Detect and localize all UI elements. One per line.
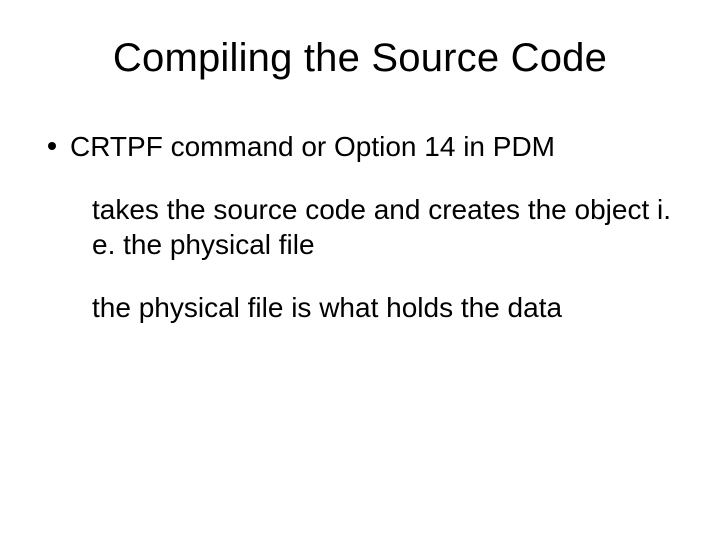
bullet-icon (48, 142, 56, 150)
bullet-subtext: the physical file is what holds the data (92, 290, 672, 325)
bullet-text: CRTPF command or Option 14 in PDM (70, 129, 672, 164)
slide-body: CRTPF command or Option 14 in PDM takes … (48, 129, 672, 325)
bullet-subtext: takes the source code and creates the ob… (92, 192, 672, 262)
slide-title: Compiling the Source Code (48, 36, 672, 81)
slide: Compiling the Source Code CRTPF command … (0, 0, 720, 540)
bullet-item: CRTPF command or Option 14 in PDM (48, 129, 672, 164)
